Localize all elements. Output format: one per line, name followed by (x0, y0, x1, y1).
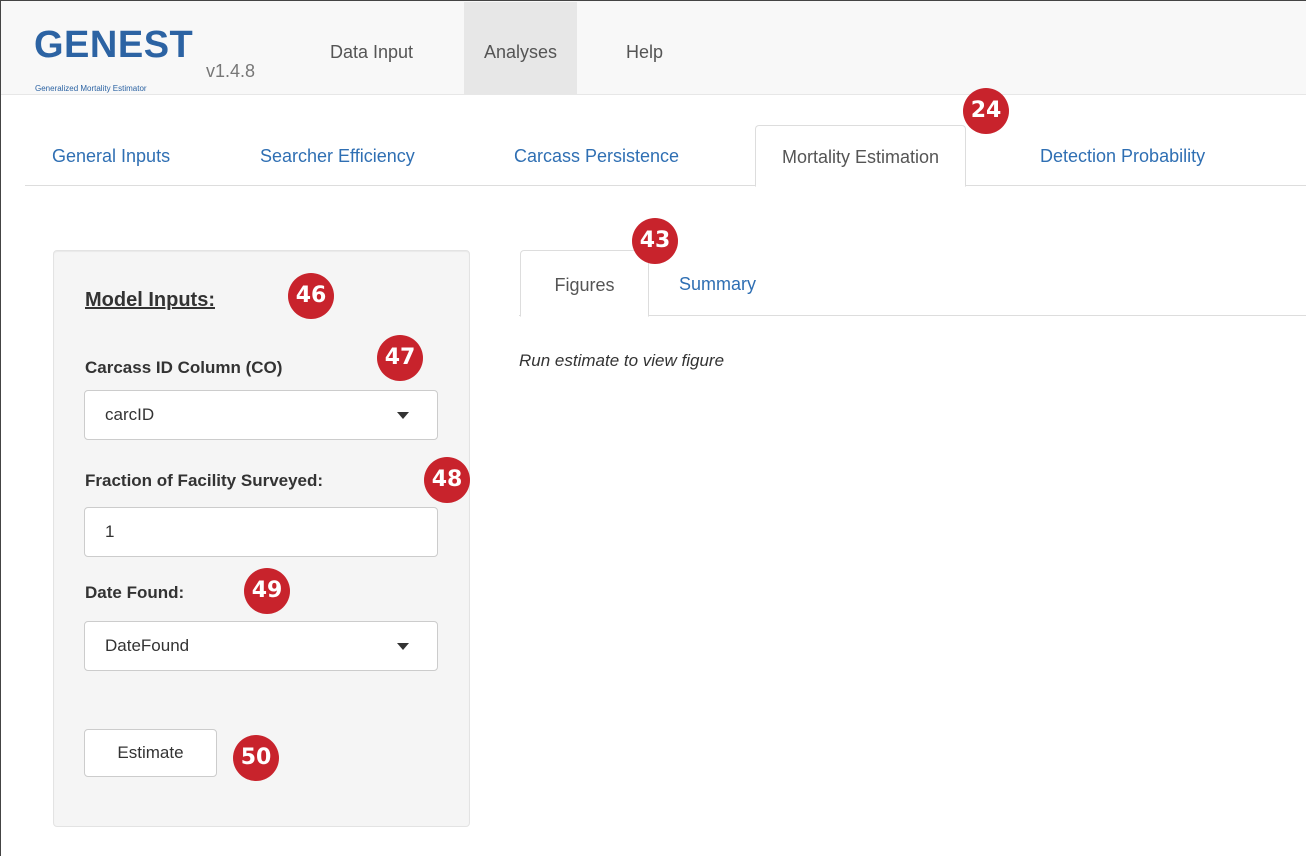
callout-badge: 49 (244, 568, 290, 614)
tab-general-inputs[interactable]: General Inputs (52, 125, 170, 186)
fraction-surveyed-label: Fraction of Facility Surveyed: (85, 471, 324, 490)
tab-carcass-persistence[interactable]: Carcass Persistence (514, 125, 679, 186)
date-found-select[interactable]: DateFound (84, 621, 438, 671)
tab-figures[interactable]: Figures (520, 250, 649, 317)
callout-badge: 24 (963, 88, 1009, 134)
callout-badge: 48 (424, 457, 470, 503)
callout-badge: 43 (632, 218, 678, 264)
callout-badge: 47 (377, 335, 423, 381)
nav-data-input[interactable]: Data Input (310, 2, 433, 95)
tab-searcher-efficiency[interactable]: Searcher Efficiency (260, 125, 415, 186)
callout-badge: 46 (288, 273, 334, 319)
carcass-id-label: Carcass ID Column (CO) (85, 358, 283, 377)
date-found-label: Date Found: (85, 583, 185, 602)
fraction-surveyed-value: 1 (105, 522, 115, 541)
date-found-value: DateFound (105, 636, 190, 655)
logo-subtitle: Generalized Mortality Estimator (35, 84, 147, 93)
callout-badge: 50 (233, 735, 279, 781)
nav-analyses[interactable]: Analyses (464, 2, 578, 95)
app-version: v1.4.8 (206, 61, 256, 81)
brand-logo[interactable]: GENEST Generalized Mortality Estimator (34, 24, 194, 93)
figure-placeholder-message: Run estimate to view figure (519, 351, 725, 370)
tab-mortality-estimation[interactable]: Mortality Estimation (755, 125, 967, 187)
analysis-tabs: General Inputs Searcher Efficiency Carca… (25, 125, 1306, 187)
logo-text: GENEST (34, 24, 194, 66)
carcass-id-value: carcID (105, 405, 155, 424)
estimate-button[interactable]: Estimate (84, 729, 217, 777)
carcass-id-select[interactable]: carcID (84, 390, 438, 440)
fraction-surveyed-input[interactable]: 1 (84, 507, 438, 557)
model-inputs-title: Model Inputs: (85, 289, 215, 311)
tab-detection-probability[interactable]: Detection Probability (1040, 125, 1205, 186)
nav-help[interactable]: Help (606, 2, 683, 95)
caret-down-icon (397, 412, 409, 419)
tab-summary[interactable]: Summary (679, 250, 756, 316)
navbar: GENEST Generalized Mortality Estimator v… (1, 1, 1306, 95)
results-tabs: Figures Summary (519, 250, 1306, 317)
caret-down-icon (397, 643, 409, 650)
